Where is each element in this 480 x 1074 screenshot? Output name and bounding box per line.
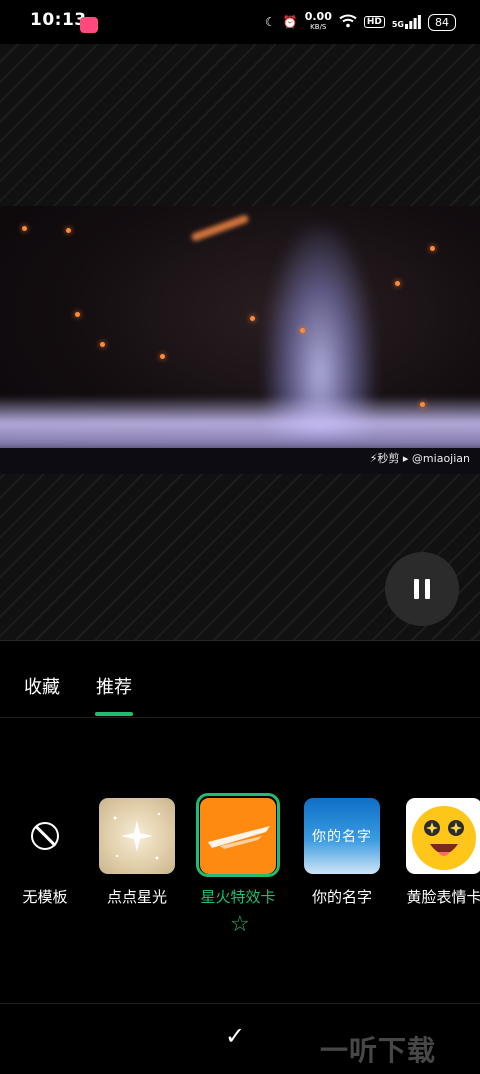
spark-streak (190, 213, 250, 243)
tab-recommended[interactable]: 推荐 (96, 673, 132, 699)
tab-favorites[interactable]: 收藏 (24, 673, 60, 699)
sparkle-star-icon (113, 812, 161, 860)
active-tab-indicator (95, 712, 133, 716)
status-bar: 10:13 ☾ ⏰ 0.00 KB/S HD 5G 84 (0, 0, 480, 44)
template-thumbnail (99, 798, 175, 874)
thumbnail-title: 你的名字 (312, 829, 372, 845)
spark (250, 316, 255, 321)
tab-divider (0, 717, 480, 718)
template-item-spark-effect[interactable]: 星火特效卡 (199, 798, 277, 907)
alarm-icon: ⏰ (282, 15, 298, 29)
status-icons: ☾ ⏰ 0.00 KB/S HD 5G 84 (264, 10, 456, 32)
template-thumbnail (200, 798, 276, 874)
template-item-yellow-face[interactable]: 黄脸表情卡 (405, 798, 480, 907)
confirm-check-button[interactable]: ✓ (225, 1022, 245, 1050)
bottom-divider (0, 1003, 480, 1004)
spark (100, 342, 105, 347)
template-label: 无模板 (22, 888, 68, 906)
cellular-signal-icon: 5G (392, 15, 421, 29)
spark (22, 226, 27, 231)
pause-icon (414, 579, 430, 599)
app-notification-icon (80, 17, 98, 33)
site-watermark: 一听下载 (320, 1034, 437, 1067)
template-label: 点点星光 (106, 888, 167, 906)
pause-button[interactable] (385, 552, 459, 626)
spark (75, 312, 80, 317)
spark (300, 328, 305, 333)
hd-voice-badge: HD (363, 16, 385, 28)
battery-indicator: 84 (428, 13, 456, 31)
template-item-your-name[interactable]: 你的名字 你的名字 (303, 798, 381, 907)
template-item-none[interactable]: 无模板 (6, 798, 84, 907)
streak-icon (208, 826, 270, 849)
network-speed: 0.00 KB/S (304, 10, 332, 31)
spark (420, 402, 425, 407)
template-label: 你的名字 (311, 888, 372, 906)
template-thumbnail (406, 798, 480, 874)
video-frame[interactable]: ⚡秒剪 ▸ @miaojian (0, 206, 480, 474)
spark (395, 281, 400, 286)
fountain-spray (0, 396, 480, 456)
template-thumbnail: 你的名字 (304, 798, 380, 874)
template-item-sparkles[interactable]: 点点星光 (98, 798, 176, 907)
wifi-icon (339, 14, 357, 31)
spark (66, 228, 71, 233)
status-time: 10:13 (30, 10, 87, 30)
favorite-star-icon[interactable]: ☆ (230, 912, 250, 937)
template-label: 星火特效卡 (200, 888, 276, 906)
video-watermark: ⚡秒剪 ▸ @miaojian (369, 452, 470, 465)
template-label: 黄脸表情卡 (406, 888, 480, 906)
do-not-disturb-moon-icon: ☾ (264, 15, 276, 29)
spark (430, 246, 435, 251)
yellow-face-emoji-icon (412, 806, 476, 870)
prohibited-icon (31, 822, 59, 850)
spark (160, 354, 165, 359)
